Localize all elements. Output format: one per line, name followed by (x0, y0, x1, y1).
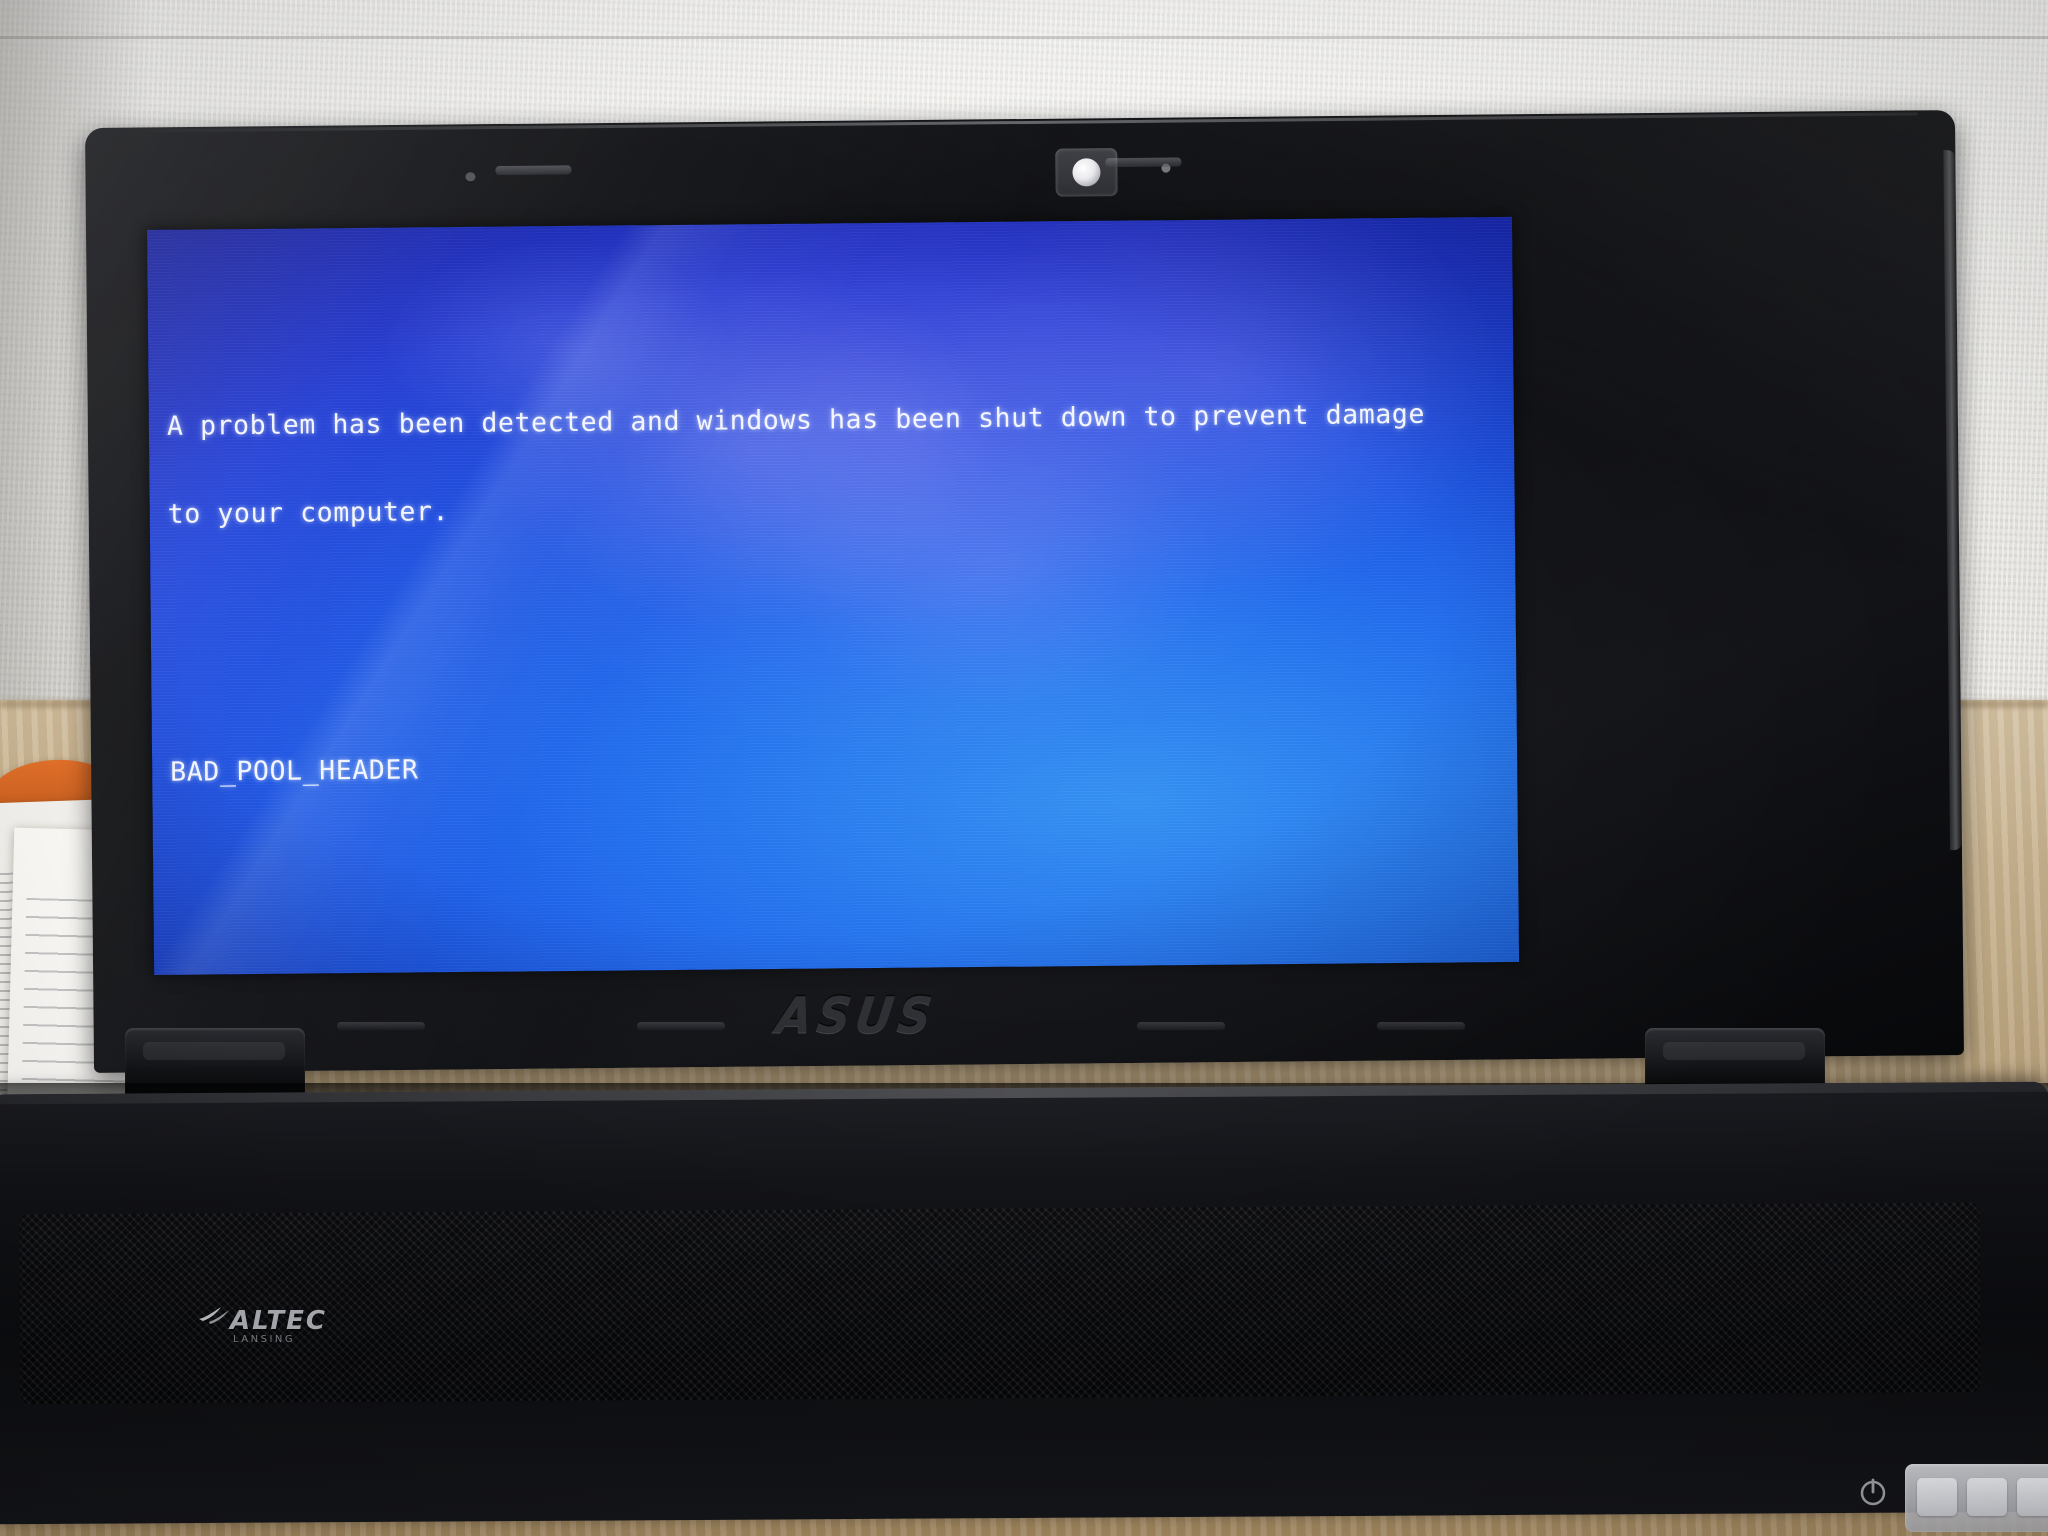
bsod-intro-line-2: to your computer. (167, 496, 450, 530)
bezel-slot-mid-left (637, 1022, 725, 1030)
bezel-slot-right (1377, 1022, 1465, 1030)
touch-key-1[interactable] (1917, 1478, 1957, 1516)
laptop-base (0, 1081, 2048, 1525)
bottom-bezel: ASUS (137, 976, 1527, 1068)
altec-logo-sub: LANSING (233, 1334, 296, 1345)
bezel-vent-right (1105, 157, 1182, 168)
bsod-intro-line-1: A problem has been detected and windows … (166, 398, 1426, 442)
touch-key-2[interactable] (1967, 1478, 2007, 1516)
microphone-hole (465, 172, 476, 182)
webcam-lens-icon (1072, 158, 1101, 187)
touch-key-3[interactable] (2017, 1478, 2048, 1516)
laptop: A problem has been detected and windows … (0, 110, 2048, 1536)
bsod-message: A problem has been detected and windows … (165, 251, 1519, 975)
webcam-icon (1055, 148, 1118, 197)
laptop-bsod-photo: A problem has been detected and windows … (0, 0, 2048, 1536)
bsod-error-code-block: BAD_POOL_HEADER (170, 686, 1518, 846)
wall-seam (0, 36, 2048, 39)
media-touch-strip[interactable] (1905, 1464, 2048, 1532)
altec-logo: ALTEC (230, 1306, 327, 1336)
bsod-error-code: BAD_POOL_HEADER (170, 754, 419, 788)
laptop-screen: A problem has been detected and windows … (147, 216, 1520, 975)
altec-bird-icon (197, 1304, 231, 1326)
bezel-vent-left (495, 165, 572, 176)
webcam-strip (435, 137, 1486, 213)
power-icon[interactable] (1857, 1476, 1889, 1508)
bezel-slot-mid-right (1137, 1022, 1225, 1030)
speaker-grill (19, 1202, 1981, 1405)
bezel-slot-left (337, 1022, 425, 1030)
hinge-notch (1663, 1042, 1805, 1060)
bsod-intro-block: A problem has been detected and windows … (166, 339, 1515, 588)
asus-logo: ASUS (772, 985, 941, 1045)
hinge-notch (143, 1042, 285, 1060)
